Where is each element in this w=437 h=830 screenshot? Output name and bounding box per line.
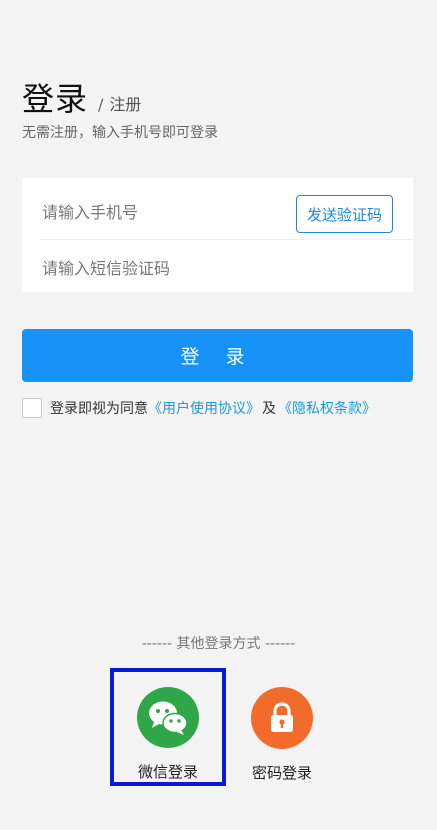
agreement-row: 登录即视为同意 《用户使用协议》 及 《隐私权条款》 bbox=[22, 398, 376, 418]
wechat-login-button[interactable]: 微信登录 bbox=[110, 668, 226, 786]
sms-code-placeholder: 请输入短信验证码 bbox=[42, 258, 171, 278]
title-separator: / bbox=[98, 95, 104, 114]
privacy-link[interactable]: 《隐私权条款》 bbox=[278, 398, 376, 418]
page-title-row: 登录 / 注册 bbox=[22, 74, 141, 120]
page-title: 登录 bbox=[22, 80, 89, 118]
phone-input[interactable]: 请输入手机号 发送验证码 bbox=[22, 182, 413, 239]
sms-code-input[interactable]: 请输入短信验证码 bbox=[22, 238, 413, 295]
send-code-button[interactable]: 发送验证码 bbox=[295, 195, 393, 233]
login-form: 请输入手机号 发送验证码 请输入短信验证码 bbox=[22, 178, 413, 292]
wechat-icon bbox=[137, 687, 199, 748]
login-button[interactable]: 登 录 bbox=[22, 329, 413, 382]
wechat-login-label: 微信登录 bbox=[137, 763, 198, 781]
user-agreement-link[interactable]: 《用户使用协议》 bbox=[148, 398, 260, 418]
register-link[interactable]: 注册 bbox=[109, 91, 141, 115]
agreement-checkbox[interactable] bbox=[22, 398, 42, 418]
lock-icon bbox=[251, 687, 313, 749]
other-methods-title: ------ 其他登录方式 ------ bbox=[141, 636, 296, 652]
phone-placeholder: 请输入手机号 bbox=[42, 202, 139, 222]
page-subtitle: 无需注册，输入手机号即可登录 bbox=[22, 125, 218, 141]
password-login-label: 密码登录 bbox=[251, 764, 312, 782]
agreement-prefix: 登录即视为同意 bbox=[50, 401, 148, 417]
password-login-button[interactable]: 密码登录 bbox=[224, 668, 340, 786]
agreement-and: 及 bbox=[262, 401, 276, 417]
